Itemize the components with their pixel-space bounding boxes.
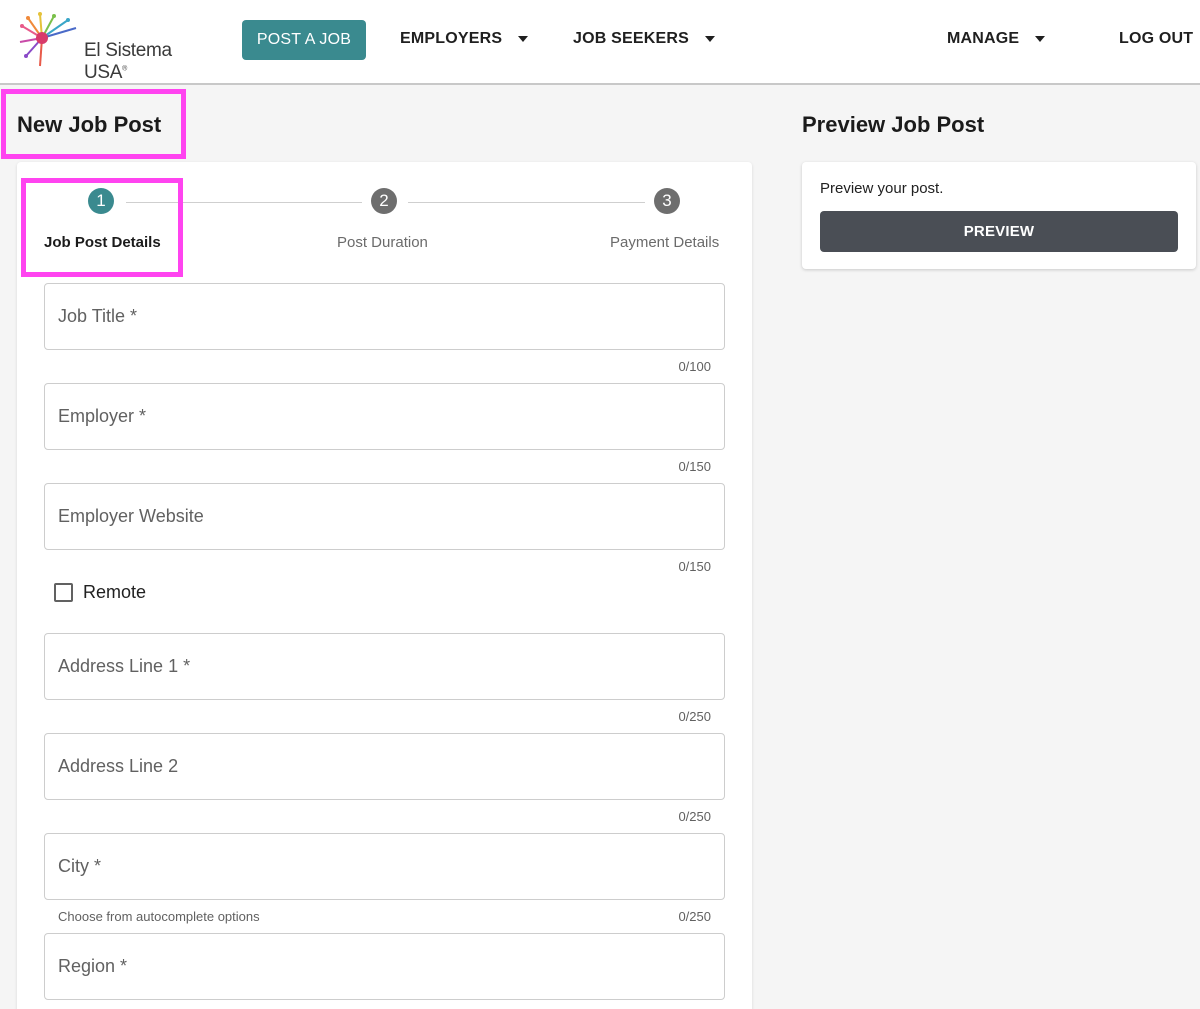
- job-title-counter: 0/100: [678, 359, 711, 374]
- manage-label: MANAGE: [947, 30, 1020, 47]
- remote-checkbox[interactable]: [54, 583, 73, 602]
- post-a-job-button[interactable]: POST A JOB: [242, 20, 366, 60]
- region-input[interactable]: [45, 934, 724, 999]
- step-3-indicator[interactable]: 3: [654, 188, 680, 214]
- job-seekers-label: JOB SEEKERS: [573, 30, 690, 47]
- employer-input[interactable]: [45, 384, 724, 449]
- manage-menu[interactable]: MANAGE: [947, 30, 1046, 48]
- employer-field[interactable]: [44, 383, 725, 450]
- chevron-down-icon: [1035, 36, 1046, 42]
- chevron-down-icon: [518, 36, 529, 42]
- job-seekers-menu[interactable]: JOB SEEKERS: [573, 30, 716, 48]
- city-field[interactable]: [44, 833, 725, 900]
- job-title-field[interactable]: [44, 283, 725, 350]
- preview-title: Preview Job Post: [802, 112, 985, 137]
- address-line-2-counter: 0/250: [678, 809, 711, 824]
- employer-website-counter: 0/150: [678, 559, 711, 574]
- step-3-label[interactable]: Payment Details: [610, 234, 719, 251]
- address-line-1-counter: 0/250: [678, 709, 711, 724]
- remote-label: Remote: [83, 582, 147, 602]
- step-2-label[interactable]: Post Duration: [337, 234, 428, 251]
- step-connector: [408, 202, 645, 203]
- top-nav-bar: El Sistema USA® POST A JOB EMPLOYERS JOB…: [0, 0, 1200, 85]
- region-field[interactable]: [44, 933, 725, 1000]
- employers-label: EMPLOYERS: [400, 30, 503, 47]
- employers-menu[interactable]: EMPLOYERS: [400, 30, 529, 48]
- el-sistema-logo[interactable]: El Sistema USA®: [18, 12, 198, 83]
- address-line-2-input[interactable]: [45, 734, 724, 799]
- city-helper-text: Choose from autocomplete options: [58, 909, 260, 924]
- preview-description: Preview your post.: [820, 180, 944, 197]
- page-title: New Job Post: [17, 112, 162, 137]
- address-line-1-input[interactable]: [45, 634, 724, 699]
- chevron-down-icon: [705, 36, 716, 42]
- employer-website-input[interactable]: [45, 484, 724, 549]
- logo-burst-icon: [19, 12, 77, 67]
- employer-counter: 0/150: [678, 459, 711, 474]
- job-title-input[interactable]: [45, 284, 724, 349]
- brand-name: El Sistema USA®: [84, 40, 172, 83]
- employer-website-field[interactable]: [44, 483, 725, 550]
- remote-checkbox-row[interactable]: Remote: [54, 582, 146, 603]
- logout-label: LOG OUT: [1119, 30, 1194, 47]
- logout-link[interactable]: LOG OUT: [1119, 30, 1193, 48]
- city-input[interactable]: [45, 834, 724, 899]
- step-2-indicator[interactable]: 2: [371, 188, 397, 214]
- address-line-2-field[interactable]: [44, 733, 725, 800]
- preview-button[interactable]: PREVIEW: [820, 211, 1178, 252]
- city-counter: 0/250: [678, 909, 711, 924]
- address-line-1-field[interactable]: [44, 633, 725, 700]
- step-highlight-box: [21, 178, 183, 277]
